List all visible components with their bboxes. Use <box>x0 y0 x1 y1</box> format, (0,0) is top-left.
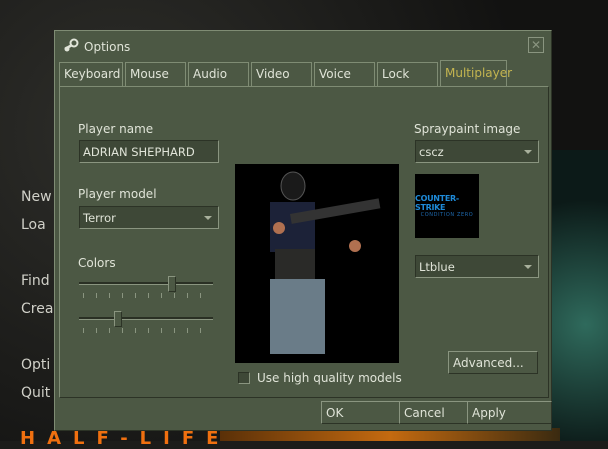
colors-label: Colors <box>78 256 116 270</box>
chevron-down-icon <box>524 265 532 269</box>
spray-color-value: Ltblue <box>419 260 455 274</box>
tab-voice[interactable]: Voice <box>314 62 375 86</box>
menu-quit[interactable]: Quit <box>21 385 50 401</box>
chevron-down-icon <box>524 150 532 154</box>
color-slider-1[interactable] <box>79 276 213 300</box>
player-model-dropdown[interactable]: Terror <box>79 206 219 229</box>
spray-logo-line1: COUNTER-STRIKE <box>415 194 459 212</box>
color-slider-2[interactable] <box>79 311 213 335</box>
chevron-down-icon <box>204 216 212 220</box>
half-life-logo: HALF-LIFE <box>20 428 231 449</box>
close-button[interactable]: ✕ <box>528 37 544 53</box>
menu-options[interactable]: Opti <box>21 357 50 373</box>
spray-preview: COUNTER-STRIKE CONDITION ZERO <box>415 174 479 238</box>
spray-label: Spraypaint image <box>414 122 521 136</box>
high-quality-label[interactable]: Use high quality models <box>257 371 402 385</box>
player-name-label: Player name <box>78 122 154 136</box>
player-model-preview <box>235 164 399 363</box>
tab-mouse[interactable]: Mouse <box>125 62 186 86</box>
menu-load[interactable]: Loa <box>21 217 46 233</box>
player-name-input[interactable]: ADRIAN SHEPHARD <box>79 140 219 163</box>
steam-icon <box>63 38 79 55</box>
apply-button[interactable]: Apply <box>467 401 552 424</box>
tab-audio[interactable]: Audio <box>188 62 249 86</box>
menu-find[interactable]: Find <box>21 273 50 289</box>
slider-handle[interactable] <box>168 276 177 292</box>
tab-multiplayer[interactable]: Multiplayer <box>440 60 512 86</box>
close-icon: ✕ <box>530 38 542 52</box>
high-quality-checkbox[interactable] <box>238 372 250 384</box>
tab-bar: Keyboard Mouse Audio Video Voice Lock Mu… <box>59 60 512 86</box>
title-bar: Options <box>63 38 130 55</box>
menu-new[interactable]: New <box>21 189 52 205</box>
slider-handle[interactable] <box>114 311 123 327</box>
dialog-title: Options <box>84 39 131 54</box>
player-model-value: Terror <box>83 211 116 225</box>
advanced-button[interactable]: Advanced... <box>448 351 538 374</box>
ok-button[interactable]: OK <box>321 401 405 424</box>
tab-keyboard[interactable]: Keyboard <box>59 62 123 86</box>
player-model-label: Player model <box>78 187 157 201</box>
options-dialog: Options ✕ Keyboard Mouse Audio Video Voi… <box>54 30 552 431</box>
tab-lock[interactable]: Lock <box>377 62 438 86</box>
spray-value: cscz <box>419 145 444 159</box>
spray-dropdown[interactable]: cscz <box>415 140 539 163</box>
background-art <box>552 150 608 441</box>
menu-create[interactable]: Crea <box>21 301 53 317</box>
spray-color-dropdown[interactable]: Ltblue <box>415 255 539 278</box>
cancel-button[interactable]: Cancel <box>399 401 472 424</box>
tab-video[interactable]: Video <box>251 62 312 86</box>
spray-logo-line2: CONDITION ZERO <box>420 212 474 218</box>
